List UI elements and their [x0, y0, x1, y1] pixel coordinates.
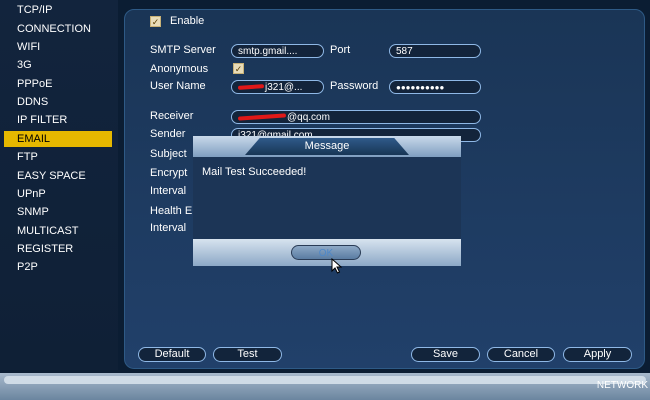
receiver-value: @qq.com	[287, 112, 330, 123]
sidebar-item-ftp[interactable]: FTP	[4, 149, 112, 165]
bottom-bar: NETWORK	[0, 373, 650, 400]
health-enable-label: Health E	[150, 205, 193, 217]
password-label: Password	[330, 80, 379, 92]
redaction-mark	[237, 113, 287, 122]
sidebar-item-multicast[interactable]: MULTICAST	[4, 223, 112, 239]
dialog-message: Mail Test Succeeded!	[202, 166, 307, 178]
enable-label: Enable	[170, 15, 205, 27]
message-dialog: Message Mail Test Succeeded! OK	[193, 136, 461, 266]
save-button[interactable]: Save	[411, 347, 480, 362]
sidebar-item-snmp[interactable]: SNMP	[4, 204, 112, 220]
subject-label: Subject	[150, 148, 187, 160]
bottom-strip	[4, 376, 646, 384]
sidebar-item-easy-space[interactable]: EASY SPACE	[4, 168, 112, 184]
port-input[interactable]: 587	[389, 44, 481, 58]
anonymous-checkbox[interactable]: ✓	[233, 63, 244, 74]
default-button[interactable]: Default	[138, 347, 206, 362]
smtp-server-input[interactable]: smtp.gmail....	[231, 44, 324, 58]
bottom-bar-label: NETWORK	[596, 380, 648, 391]
receiver-input[interactable]: @qq.com	[231, 110, 481, 124]
dialog-footer: OK	[193, 239, 461, 266]
ok-button[interactable]: OK	[291, 245, 361, 260]
dialog-body: Mail Test Succeeded!	[193, 157, 461, 239]
smtp-server-label: SMTP Server	[150, 44, 216, 56]
sidebar-item-ip-filter[interactable]: IP FILTER	[4, 112, 112, 128]
sidebar-item-pppoe[interactable]: PPPoE	[4, 76, 112, 92]
enable-checkbox[interactable]: ✓	[150, 16, 161, 27]
test-button[interactable]: Test	[213, 347, 282, 362]
sidebar-item-upnp[interactable]: UPnP	[4, 186, 112, 202]
sidebar-item-ddns[interactable]: DDNS	[4, 94, 112, 110]
sidebar-item-tcpip[interactable]: TCP/IP	[4, 2, 112, 18]
interval-label: Interval	[150, 185, 187, 197]
mouse-cursor-icon	[331, 258, 343, 274]
sidebar-item-register[interactable]: REGISTER	[4, 241, 112, 257]
health-interval-label: Interval	[150, 222, 187, 234]
apply-button[interactable]: Apply	[563, 347, 632, 362]
user-name-value: j321@...	[265, 82, 303, 93]
dialog-title: Message	[304, 140, 350, 152]
redaction-mark	[237, 84, 265, 91]
encrypt-label: Encrypt	[150, 167, 188, 179]
sidebar-item-email[interactable]: EMAIL	[4, 131, 112, 147]
anonymous-label: Anonymous	[150, 63, 209, 75]
receiver-label: Receiver	[150, 110, 194, 122]
sidebar-item-wifi[interactable]: WIFI	[4, 39, 112, 55]
cancel-button[interactable]: Cancel	[487, 347, 555, 362]
user-name-label: User Name	[150, 80, 206, 92]
user-name-input[interactable]: j321@...	[231, 80, 324, 94]
sender-label: Sender	[150, 128, 186, 140]
sidebar-item-p2p[interactable]: P2P	[4, 259, 112, 275]
sidebar-item-connection[interactable]: CONNECTION	[4, 21, 112, 37]
sidebar: TCP/IP CONNECTION WIFI 3G PPPoE DDNS IP …	[0, 0, 118, 370]
password-input[interactable]: ●●●●●●●●●●	[389, 80, 481, 94]
sidebar-item-3g[interactable]: 3G	[4, 57, 112, 73]
port-label: Port	[330, 44, 351, 56]
